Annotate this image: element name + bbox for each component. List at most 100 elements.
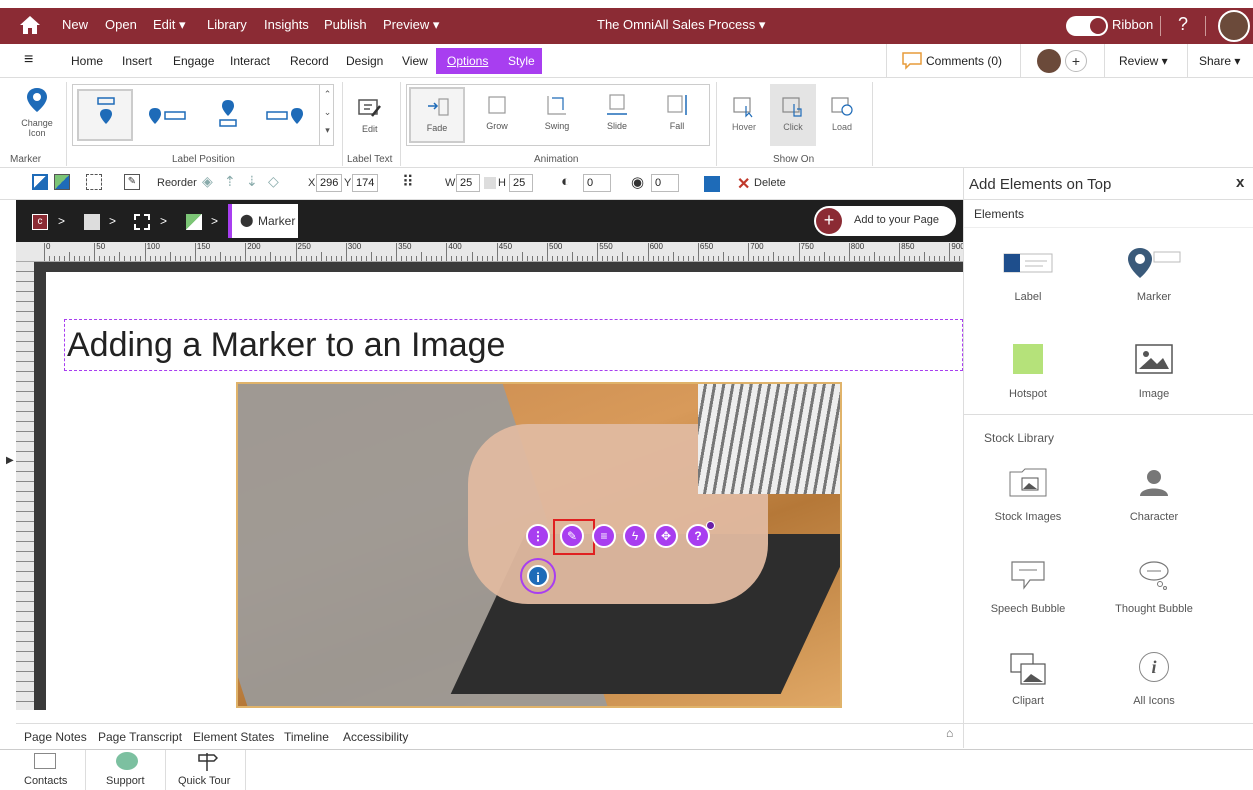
- lock-ratio-checkbox[interactable]: [484, 177, 496, 189]
- hamburger-icon[interactable]: ≡: [24, 51, 33, 69]
- rotate-input[interactable]: 0: [651, 174, 679, 192]
- tab-design[interactable]: Design: [346, 54, 383, 68]
- animation-fall[interactable]: Fall: [649, 87, 705, 143]
- expand-panel-icon[interactable]: ⌂: [946, 726, 953, 740]
- add-to-page-button[interactable]: + Add to your Page: [814, 206, 956, 236]
- collapse-arrow-icon[interactable]: ▶: [6, 455, 14, 466]
- show-on-hover[interactable]: Hover: [724, 96, 764, 132]
- width-input[interactable]: 25: [456, 174, 480, 192]
- close-icon[interactable]: x: [1236, 174, 1244, 191]
- comments-button[interactable]: Comments (0): [926, 54, 1002, 68]
- image-element[interactable]: Image: [1094, 344, 1214, 400]
- grid-icon[interactable]: ⠿: [402, 172, 414, 192]
- bring-forward-icon[interactable]: ⇡: [224, 173, 236, 190]
- image-fill-icon[interactable]: [54, 174, 70, 190]
- edit-menu[interactable]: Edit ▾: [153, 17, 186, 33]
- open-menu[interactable]: Open: [105, 17, 137, 32]
- tab-interact[interactable]: Interact: [230, 54, 270, 68]
- edit-button[interactable]: Edit: [362, 124, 378, 134]
- add-collaborator-icon[interactable]: +: [1065, 50, 1087, 72]
- edit-label-icon[interactable]: [358, 98, 382, 120]
- label-element[interactable]: Label: [968, 252, 1088, 303]
- character-item[interactable]: Character: [1094, 468, 1214, 523]
- y-input[interactable]: 174: [352, 174, 378, 192]
- quick-tour-button[interactable]: Quick Tour: [166, 750, 246, 790]
- bring-to-front-icon[interactable]: ◈: [202, 173, 213, 190]
- opacity-input[interactable]: 0: [583, 174, 611, 192]
- more-options-icon[interactable]: ⋮: [526, 524, 550, 548]
- tab-home[interactable]: Home: [71, 54, 103, 68]
- animation-fade[interactable]: Fade: [409, 87, 465, 143]
- course-icon[interactable]: c: [32, 214, 48, 230]
- animation-grow[interactable]: Grow: [469, 87, 525, 143]
- help-icon[interactable]: ?: [1178, 14, 1188, 35]
- move-arrows-icon[interactable]: ✥: [654, 524, 678, 548]
- tab-style[interactable]: Style: [508, 54, 535, 68]
- support-button[interactable]: Support: [86, 750, 166, 790]
- accessibility-tab[interactable]: Accessibility: [343, 730, 408, 744]
- panel-title: Add Elements on Top: [969, 176, 1112, 193]
- animation-swing[interactable]: Swing: [529, 87, 585, 143]
- all-icons-item[interactable]: i All Icons: [1094, 652, 1214, 707]
- word-export-icon[interactable]: [704, 176, 720, 192]
- marker-element[interactable]: Marker: [1094, 246, 1214, 303]
- review-menu[interactable]: Review ▾: [1119, 54, 1168, 68]
- hotspot-element[interactable]: Hotspot: [968, 344, 1088, 400]
- speech-bubble-item[interactable]: Speech Bubble: [968, 560, 1088, 615]
- page-transcript-tab[interactable]: Page Transcript: [98, 730, 182, 744]
- tab-record[interactable]: Record: [290, 54, 329, 68]
- delete-button[interactable]: Delete: [754, 177, 786, 189]
- share-menu[interactable]: Share ▾: [1199, 54, 1240, 68]
- change-icon-button[interactable]: Change Icon: [14, 118, 60, 138]
- border-icon[interactable]: [86, 174, 102, 190]
- tab-options[interactable]: Options: [447, 54, 488, 68]
- page-notes-tab[interactable]: Page Notes: [24, 730, 87, 744]
- fill-color-icon[interactable]: [32, 174, 48, 190]
- edit-style-icon[interactable]: ✎: [124, 174, 140, 190]
- x-input[interactable]: 296: [316, 174, 342, 192]
- collaborator-avatar: [1037, 49, 1061, 73]
- send-backward-icon[interactable]: ⇣: [246, 173, 258, 190]
- ribbon-toggle[interactable]: [1066, 16, 1108, 36]
- insights-menu[interactable]: Insights: [264, 17, 309, 32]
- label-position-left[interactable]: [265, 107, 305, 125]
- preview-menu[interactable]: Preview ▾: [383, 17, 439, 33]
- image-icon[interactable]: [186, 214, 202, 230]
- library-menu[interactable]: Library: [207, 17, 247, 32]
- marker-pin-icon[interactable]: [26, 87, 48, 113]
- page-icon[interactable]: [84, 214, 100, 230]
- height-input[interactable]: 25: [509, 174, 533, 192]
- label-position-right[interactable]: [147, 107, 187, 125]
- thought-bubble-item[interactable]: Thought Bubble: [1094, 560, 1214, 615]
- project-title[interactable]: The OmniAll Sales Process ▾: [597, 17, 765, 33]
- tab-engage[interactable]: Engage: [173, 54, 214, 68]
- gallery-scroll[interactable]: ⌃ ⌄ ▾: [319, 85, 335, 145]
- new-menu[interactable]: New: [62, 17, 88, 32]
- action-lightning-icon[interactable]: ϟ: [623, 524, 647, 548]
- user-avatar[interactable]: [1218, 10, 1250, 42]
- publish-menu[interactable]: Publish: [324, 17, 367, 32]
- send-to-back-icon[interactable]: ◇: [268, 173, 279, 190]
- edit-pencil-icon[interactable]: ✎: [560, 524, 584, 548]
- stock-images-item[interactable]: Stock Images: [968, 468, 1088, 523]
- timeline-tab[interactable]: Timeline: [284, 730, 329, 744]
- contacts-icon: [34, 753, 56, 769]
- label-position-bottom[interactable]: [217, 99, 239, 133]
- tab-view[interactable]: View: [402, 54, 428, 68]
- tab-insert[interactable]: Insert: [122, 54, 152, 68]
- contacts-button[interactable]: Contacts: [0, 750, 86, 790]
- group-icon[interactable]: [134, 214, 150, 230]
- settings-sliders-icon[interactable]: ≡: [592, 524, 616, 548]
- home-icon[interactable]: [18, 14, 42, 36]
- clipart-item[interactable]: Clipart: [968, 652, 1088, 707]
- delete-icon[interactable]: ✕: [737, 174, 750, 194]
- breadcrumb-current[interactable]: ⬤ Marker: [228, 204, 298, 238]
- element-states-tab[interactable]: Element States: [193, 730, 274, 744]
- animation-slide[interactable]: Slide: [589, 87, 645, 143]
- info-marker-icon[interactable]: i: [527, 565, 549, 587]
- show-on-click[interactable]: Click: [773, 96, 813, 132]
- label-position-top[interactable]: [77, 89, 133, 141]
- show-on-load[interactable]: Load: [822, 96, 862, 132]
- comment-icon[interactable]: [902, 52, 922, 70]
- heading-box[interactable]: Adding a Marker to an Image: [64, 319, 963, 371]
